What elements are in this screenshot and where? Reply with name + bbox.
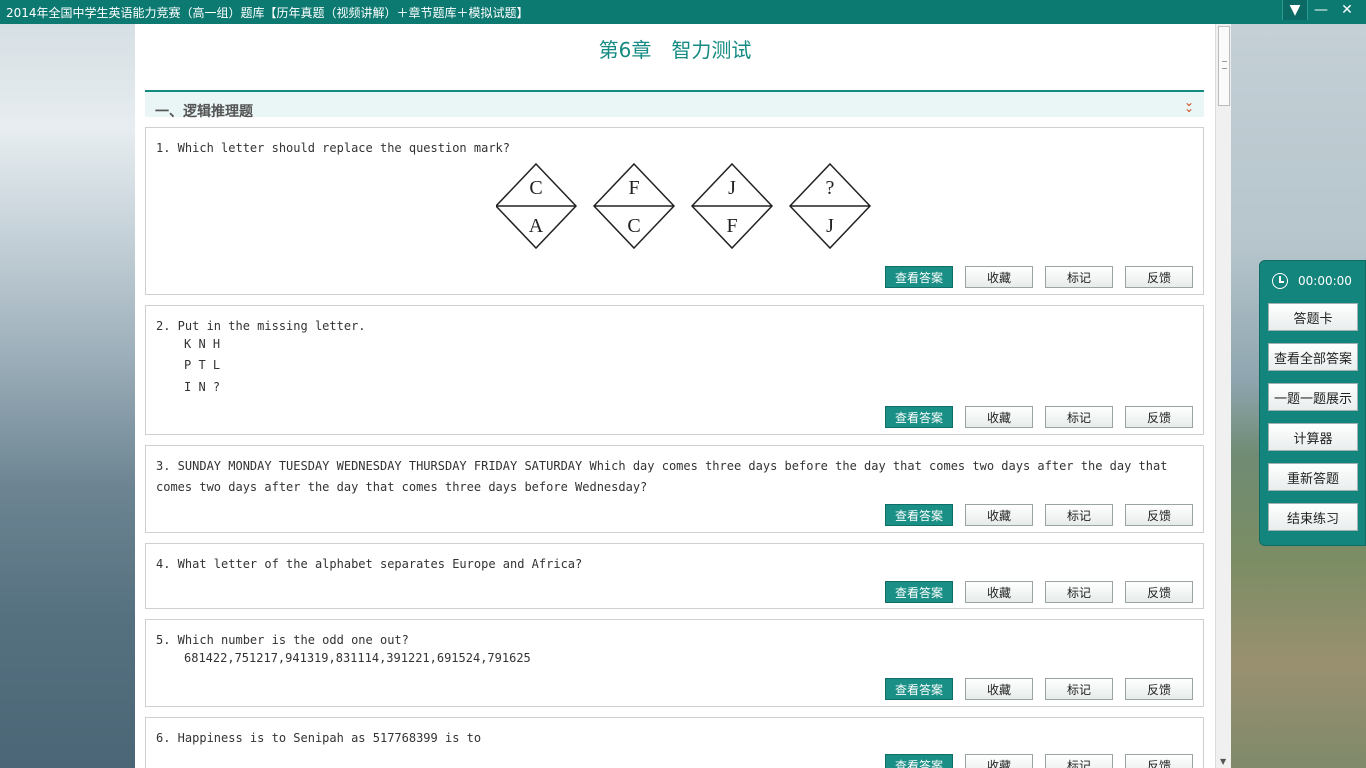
question-line: K N H [184, 337, 221, 351]
diamond-4: ? J [788, 162, 872, 250]
diamond-2-top: F [628, 177, 639, 199]
mark-button[interactable]: 标记 [1045, 581, 1113, 603]
diamond-4-bottom: J [826, 215, 834, 237]
question-5: 5. Which number is the odd one out? 6814… [145, 619, 1204, 707]
view-answer-button[interactable]: 查看答案 [885, 678, 953, 700]
mark-button[interactable]: 标记 [1045, 754, 1113, 768]
diamond-3-bottom: F [726, 215, 737, 237]
view-all-answers-button[interactable]: 查看全部答案 [1268, 343, 1358, 371]
question-text: 5. Which number is the odd one out? [156, 633, 409, 647]
favorite-button[interactable]: 收藏 [965, 678, 1033, 700]
end-practice-button[interactable]: 结束练习 [1268, 503, 1358, 531]
question-text: 6. Happiness is to Senipah as 517768399 … [156, 731, 482, 745]
view-answer-button[interactable]: 查看答案 [885, 266, 953, 288]
section-title: 一、逻辑推理题 [155, 104, 253, 120]
diamond-4-top: ? [826, 177, 835, 199]
question-3: 3. SUNDAY MONDAY TUESDAY WEDNESDAY THURS… [145, 445, 1204, 533]
diamond-1-top: C [529, 177, 542, 199]
question-line: 681422,751217,941319,831114,391221,69152… [184, 651, 531, 665]
vertical-scrollbar[interactable]: ▼ [1215, 24, 1231, 768]
view-answer-button[interactable]: 查看答案 [885, 406, 953, 428]
scrollbar-thumb[interactable] [1218, 26, 1230, 106]
question-text: 3. SUNDAY MONDAY TUESDAY WEDNESDAY THURS… [156, 459, 1168, 494]
question-text: 1. Which letter should replace the quest… [156, 141, 511, 155]
question-text: 2. Put in the missing letter. [156, 319, 366, 333]
minimize-button[interactable]: — [1308, 0, 1334, 20]
window-controls: ▼ — ✕ [1282, 0, 1360, 24]
title-bar: 2014年全国中学生英语能力竞赛（高一组）题库【历年真题（视频讲解）＋章节题库＋… [0, 0, 1366, 24]
window-title: 2014年全国中学生英语能力竞赛（高一组）题库【历年真题（视频讲解）＋章节题库＋… [6, 5, 529, 20]
chapter-title: 第6章 智力测试 [598, 38, 752, 62]
favorite-button[interactable]: 收藏 [965, 504, 1033, 526]
mark-button[interactable]: 标记 [1045, 678, 1113, 700]
question-6: 6. Happiness is to Senipah as 517768399 … [145, 717, 1204, 768]
question-text: 4. What letter of the alphabet separates… [156, 557, 583, 571]
question-actions: 查看答案 收藏 标记 反馈 [873, 504, 1193, 526]
dropdown-button[interactable]: ▼ [1282, 0, 1308, 20]
diamond-2-bottom: C [627, 215, 640, 237]
clock-icon [1272, 273, 1288, 289]
calculator-button[interactable]: 计算器 [1268, 423, 1358, 451]
background-left [0, 24, 135, 768]
practice-panel: 00:00:00 答题卡 查看全部答案 一题一题展示 计算器 重新答题 结束练习 [1259, 260, 1366, 546]
question-line: P T L [184, 358, 221, 372]
close-button[interactable]: ✕ [1334, 0, 1360, 20]
timer-value: 00:00:00 [1298, 274, 1352, 288]
restart-button[interactable]: 重新答题 [1268, 463, 1358, 491]
favorite-button[interactable]: 收藏 [965, 406, 1033, 428]
double-chevron-down-icon[interactable]: ⌄ ⌄ [1184, 96, 1194, 114]
feedback-button[interactable]: 反馈 [1125, 678, 1193, 700]
view-answer-button[interactable]: 查看答案 [885, 504, 953, 526]
diamond-3: J F [690, 162, 774, 250]
favorite-button[interactable]: 收藏 [965, 754, 1033, 768]
one-by-one-button[interactable]: 一题一题展示 [1268, 383, 1358, 411]
question-actions: 查看答案 收藏 标记 反馈 [873, 406, 1193, 428]
feedback-button[interactable]: 反馈 [1125, 406, 1193, 428]
answer-card-button[interactable]: 答题卡 [1268, 303, 1358, 331]
feedback-button[interactable]: 反馈 [1125, 581, 1193, 603]
grip-icon [1222, 61, 1227, 69]
question-line: I N ? [184, 380, 221, 394]
diamond-3-top: J [728, 177, 736, 199]
diamond-2: F C [592, 162, 676, 250]
mark-button[interactable]: 标记 [1045, 406, 1113, 428]
favorite-button[interactable]: 收藏 [965, 581, 1033, 603]
view-answer-button[interactable]: 查看答案 [885, 581, 953, 603]
feedback-button[interactable]: 反馈 [1125, 754, 1193, 768]
question-1: 1. Which letter should replace the quest… [145, 127, 1204, 295]
question-actions: 查看答案 收藏 标记 反馈 [873, 581, 1193, 603]
feedback-button[interactable]: 反馈 [1125, 504, 1193, 526]
question-4: 4. What letter of the alphabet separates… [145, 543, 1204, 609]
question-content: 第6章 智力测试 一、逻辑推理题 ⌄ ⌄ 1. Which letter shou… [135, 24, 1215, 768]
mark-button[interactable]: 标记 [1045, 504, 1113, 526]
question-2: 2. Put in the missing letter. K N H P T … [145, 305, 1204, 435]
mark-button[interactable]: 标记 [1045, 266, 1113, 288]
question-actions: 查看答案 收藏 标记 反馈 [873, 266, 1193, 288]
view-answer-button[interactable]: 查看答案 [885, 754, 953, 768]
letter-diamonds-figure: C A F C J F ? J [496, 162, 872, 250]
diamond-1-bottom: A [529, 215, 544, 237]
favorite-button[interactable]: 收藏 [965, 266, 1033, 288]
timer: 00:00:00 [1272, 273, 1352, 289]
diamond-1: C A [496, 162, 578, 250]
section-header[interactable]: 一、逻辑推理题 ⌄ ⌄ [145, 90, 1204, 120]
scroll-down-arrow-icon[interactable]: ▼ [1220, 757, 1226, 766]
question-actions: 查看答案 收藏 标记 反馈 [873, 678, 1193, 700]
question-actions: 查看答案 收藏 标记 反馈 [873, 754, 1193, 768]
feedback-button[interactable]: 反馈 [1125, 266, 1193, 288]
